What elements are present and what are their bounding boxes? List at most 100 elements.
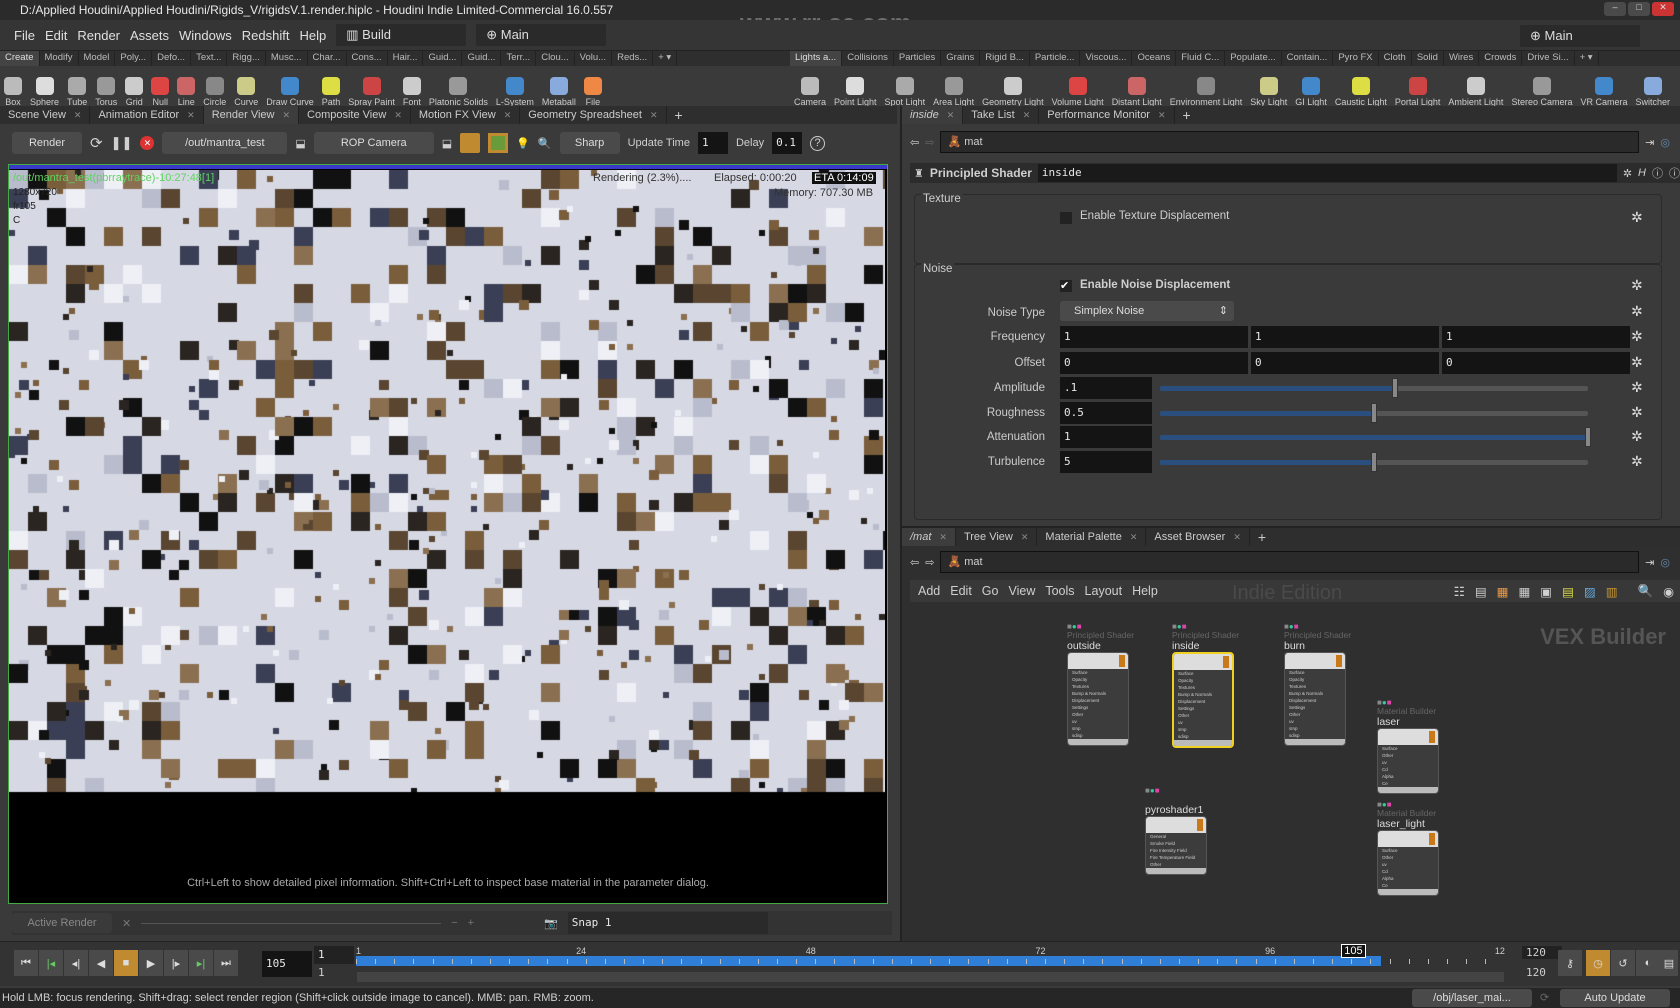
node-input[interactable]: sdisp (1068, 732, 1128, 739)
link-icon[interactable]: ◎ (1660, 556, 1670, 569)
refresh-icon[interactable]: ⟳ (90, 134, 103, 152)
preview-toggle-icon[interactable] (460, 133, 481, 153)
offset-z-field[interactable]: 0 (1442, 352, 1630, 374)
close-tab-icon[interactable]: ✕ (947, 110, 955, 120)
pane-tab[interactable]: Tree View ✕ (956, 528, 1038, 546)
network-node[interactable]: Surface Other uv Cd Alpha Ce (1377, 830, 1439, 896)
pane-tab[interactable]: Render View ✕ (203, 106, 300, 124)
shelf-tab[interactable]: Guid... (462, 51, 502, 66)
shelf-tool[interactable]: GI Light (1291, 67, 1331, 107)
menu-render[interactable]: Render (77, 28, 120, 43)
path-field[interactable]: 🧸 mat (940, 131, 1640, 153)
gear-icon[interactable]: ✲ (1631, 379, 1643, 396)
pane-tab[interactable]: Material Palette ✕ (1037, 528, 1147, 546)
param-slider[interactable] (1160, 378, 1588, 398)
list-icon[interactable]: ▤ (1475, 584, 1487, 599)
shelf-tool[interactable]: Circle (199, 67, 230, 107)
shelf-tab[interactable]: Modify (40, 51, 79, 66)
node-input[interactable]: Opacity (1068, 676, 1128, 683)
node-input[interactable]: Settings (1174, 705, 1232, 712)
desktop-select[interactable]: ▥ Build (336, 24, 467, 46)
link-icon[interactable]: ◎ (1660, 136, 1670, 149)
shelf-tab[interactable]: Particle... (1030, 51, 1081, 66)
shelf-tool[interactable]: Ambient Light (1444, 67, 1507, 107)
pane-tab[interactable]: /mat ✕ (902, 528, 956, 546)
shelf-tool[interactable]: Torus (91, 67, 121, 107)
node-input[interactable]: Smoke Field (1146, 840, 1206, 847)
main-select[interactable]: ⊕ Main (476, 24, 607, 46)
shelf-tab[interactable]: Terr... (501, 51, 537, 66)
shelf-tool[interactable]: Draw Curve (262, 67, 318, 107)
shelf-tab[interactable]: Cloth (1379, 51, 1412, 66)
color-palette-icon[interactable]: ▦ (1497, 584, 1509, 599)
slider-value-field[interactable]: 1 (1060, 426, 1152, 448)
prev-key-icon[interactable]: ◂| (64, 950, 88, 976)
help-icon[interactable]: ⓘ (1669, 165, 1680, 181)
shelf-tool[interactable]: Spot Light (881, 67, 930, 107)
slider-value-field[interactable]: 0.5 (1060, 401, 1152, 424)
shelf-tab[interactable]: Reds... (612, 51, 654, 66)
snapshot-slider[interactable] (141, 922, 442, 924)
zoom-icon[interactable]: 🔍 (538, 137, 552, 150)
snap-field[interactable]: Snap 1 (567, 912, 768, 934)
add-shelf-button[interactable]: + ▾ (653, 51, 678, 66)
node-input[interactable]: Fire Intensity Field (1146, 847, 1206, 854)
current-frame-field[interactable]: 105 (262, 951, 312, 977)
minus-icon[interactable]: − (451, 917, 457, 929)
shelf-tool[interactable]: Volume Light (1048, 67, 1108, 107)
node-input[interactable]: Textures (1068, 683, 1128, 690)
shelf-tool[interactable]: Sky Light (1246, 67, 1291, 107)
node-input[interactable]: uv (1285, 718, 1345, 725)
close-button[interactable]: ✕ (1652, 2, 1674, 16)
menu-assets[interactable]: Assets (130, 28, 169, 43)
node-input[interactable]: Settings (1285, 704, 1345, 711)
shelf-tab[interactable]: Cons... (347, 51, 388, 66)
shelf-tool[interactable]: Portal Light (1391, 67, 1445, 107)
filter-select[interactable]: Sharp (559, 132, 620, 154)
gear-icon[interactable]: ✲ (1631, 428, 1643, 445)
node-input[interactable]: Other (1068, 711, 1128, 718)
node-input[interactable]: uv (1174, 719, 1232, 726)
menu-edit[interactable]: Edit (45, 28, 67, 43)
search-icon[interactable]: 🔍 (1638, 584, 1654, 599)
current-frame-marker[interactable]: 105 (1341, 944, 1366, 958)
camera-icon[interactable]: 📷 (544, 917, 558, 930)
active-render-select[interactable]: Active Render (12, 913, 112, 933)
update-mode-select[interactable]: Auto Update (1560, 989, 1670, 1007)
key-icon[interactable]: ⚷ (1558, 950, 1582, 976)
shelf-tab[interactable]: Char... (308, 51, 347, 66)
close-tab-icon[interactable]: ✕ (394, 110, 402, 120)
node-input[interactable]: sInp (1068, 725, 1128, 732)
add-tab-button[interactable]: + (1250, 528, 1274, 546)
slider-handle[interactable] (1371, 402, 1377, 423)
stop-icon[interactable]: ✕ (140, 136, 155, 150)
shelf-tab[interactable]: Viscous... (1080, 51, 1133, 66)
shelf-tab[interactable]: Rigg... (227, 51, 266, 66)
node-input[interactable]: Cd (1378, 868, 1438, 875)
noise-displacement-checkbox[interactable]: ✔ (1060, 280, 1072, 292)
update-time-field[interactable]: 1 (697, 132, 728, 154)
shelf-tool[interactable]: Area Light (929, 67, 978, 107)
close-tab-icon[interactable]: ✕ (187, 110, 195, 120)
rop-select[interactable]: /out/mantra_test (162, 132, 288, 154)
stop-icon[interactable]: ■ (114, 950, 138, 976)
pane-tab[interactable]: Asset Browser ✕ (1146, 528, 1250, 546)
render-image[interactable] (9, 170, 885, 802)
node-input[interactable]: Displacement (1285, 697, 1345, 704)
light-icon[interactable]: 💡 (516, 137, 530, 150)
forward-icon[interactable]: ⇨ (925, 136, 934, 149)
close-tab-icon[interactable]: ✕ (939, 532, 947, 542)
back-icon[interactable]: ⇦ (910, 136, 919, 149)
pause-icon[interactable]: ❚❚ (111, 135, 133, 151)
node-input[interactable]: Alpha (1378, 875, 1438, 882)
loop-icon[interactable]: ↺ (1611, 950, 1635, 976)
shelf-tool[interactable]: Platonic Solids (425, 67, 492, 107)
add-tab-button[interactable]: + (667, 106, 691, 124)
network-node[interactable]: Surface Opacity Textures Bump & Normals Disp… (1172, 652, 1234, 748)
shelf-tool[interactable]: VR Camera (1576, 67, 1631, 107)
node-input[interactable]: Alpha (1378, 773, 1438, 780)
close-tab-icon[interactable]: ✕ (504, 110, 512, 120)
menu-help[interactable]: Help (299, 28, 326, 43)
close-tab-icon[interactable]: ✕ (1233, 532, 1241, 542)
node-input[interactable]: sdisp (1285, 732, 1345, 739)
